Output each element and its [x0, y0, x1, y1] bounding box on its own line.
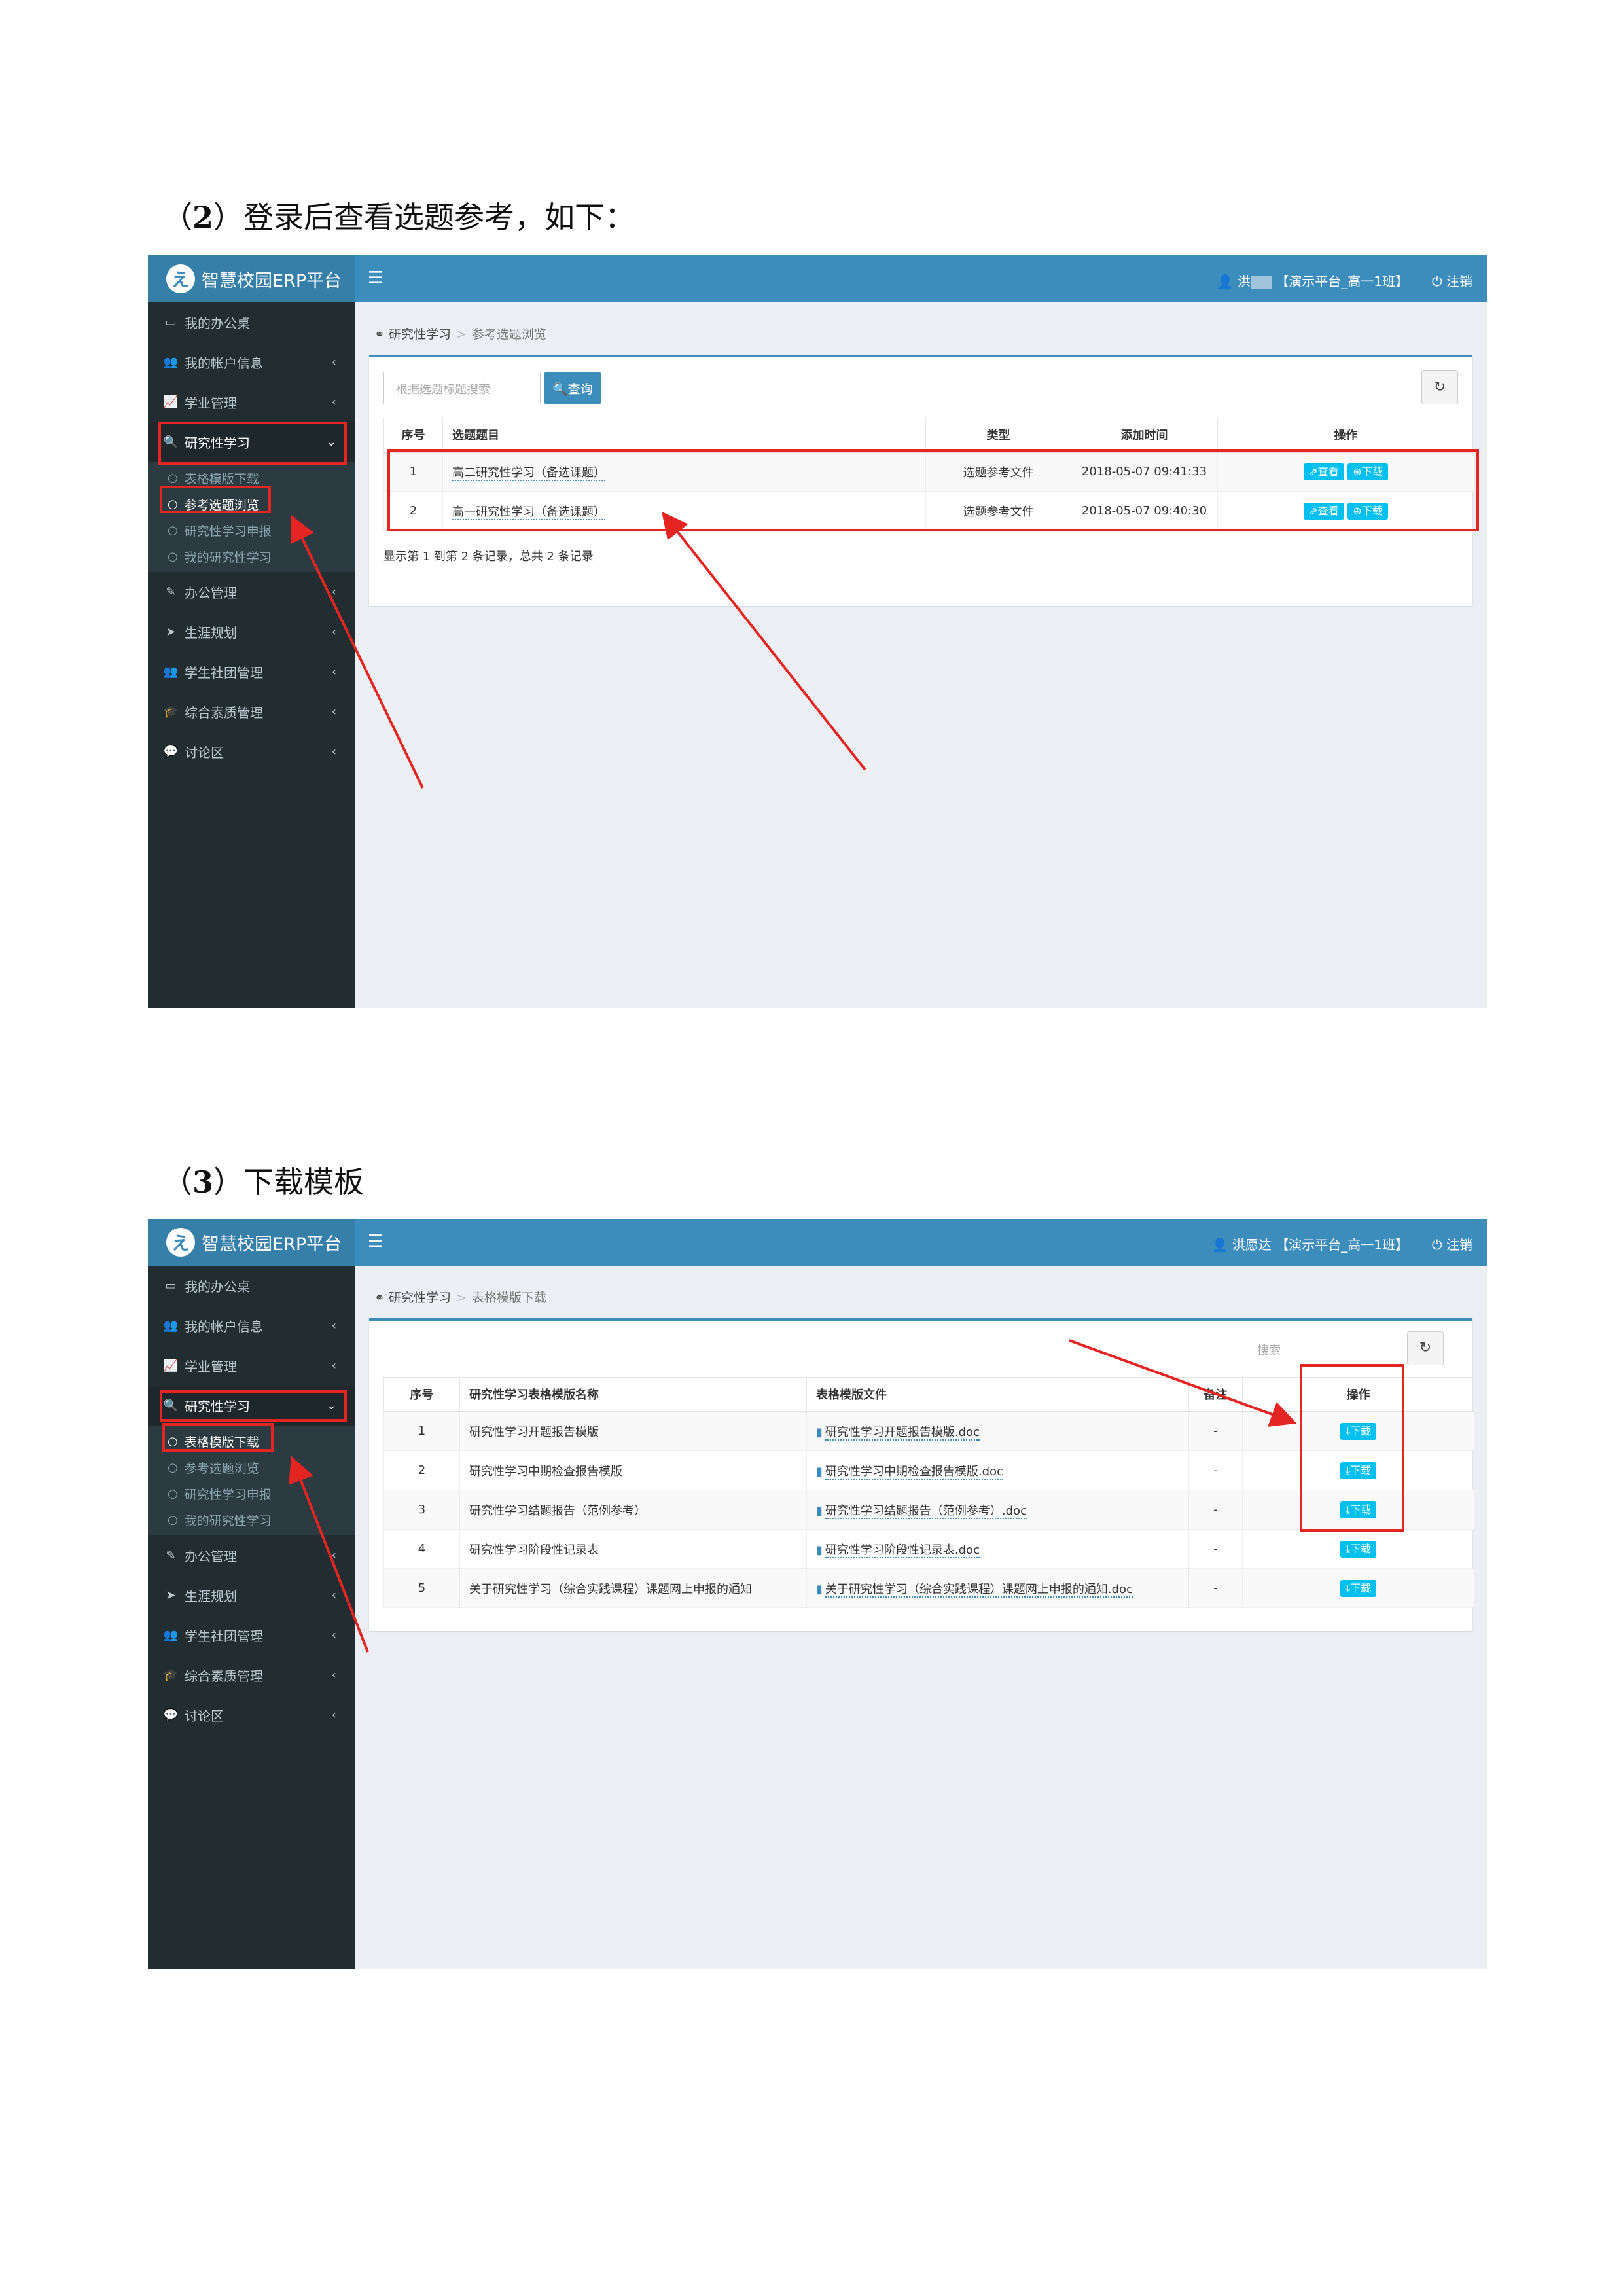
section-2-caption-text: 登录后查看选题参考，如下： — [243, 200, 635, 235]
arrow-line — [290, 514, 424, 789]
arrow-line — [662, 511, 866, 771]
arrow-line — [289, 1456, 369, 1653]
screenshot-template-download: え智慧校园ERP平台 ☰ 👤 洪愿达 【演示平台_高一1班】 ⏻ 注销 ▭ 我的办… — [148, 1219, 1487, 1969]
section-3-caption: （3）下载模板 — [162, 1164, 365, 1200]
annotation-arrows — [289, 1339, 1297, 1653]
screenshot-topic-reference: え智慧校园ERP平台 ☰ 👤 洪 【演示平台_高一1班】 ⏻ 注销 ▭ 我的办公桌… — [148, 255, 1487, 1008]
section-3-caption-text: 下载模板 — [243, 1164, 365, 1200]
section-3-number: 3 — [192, 1164, 214, 1200]
annotation-arrows — [290, 511, 866, 789]
arrow-line — [1069, 1339, 1297, 1427]
section-2-caption: （2）登录后查看选题参考，如下： — [162, 200, 635, 235]
section-2-number: 2 — [192, 200, 214, 235]
